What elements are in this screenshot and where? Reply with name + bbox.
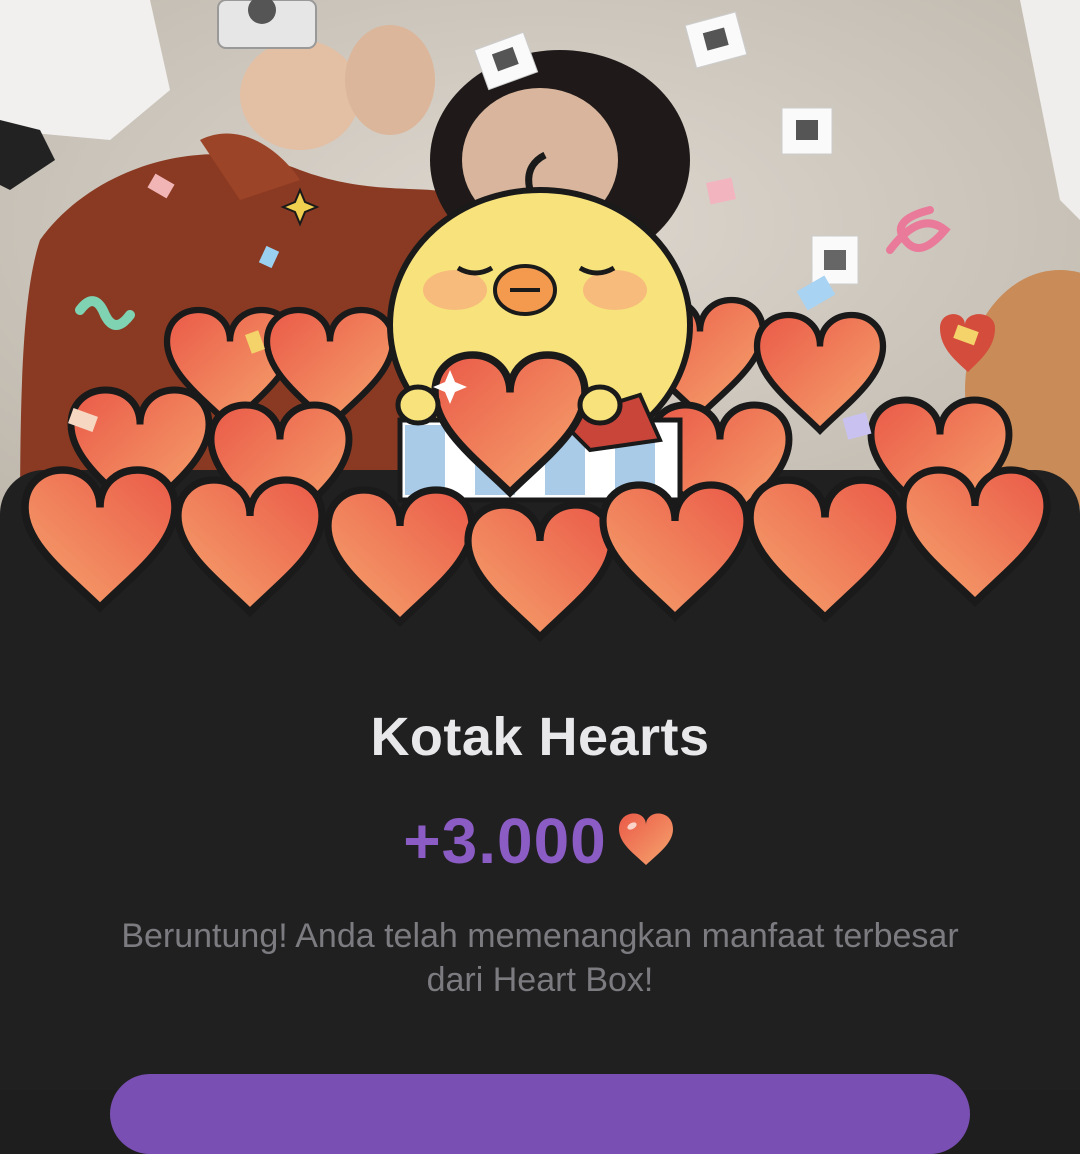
reward-amount: +3.000 (403, 805, 607, 877)
reward-amount-row: +3.000 (0, 804, 1080, 878)
reward-title: Kotak Hearts (370, 707, 710, 767)
reward-description: Beruntung! Anda telah memenangkan manfaa… (121, 917, 959, 999)
heart-icon (615, 811, 677, 872)
heart-box-illustration (0, 150, 1080, 650)
primary-action-button[interactable] (110, 1074, 970, 1154)
